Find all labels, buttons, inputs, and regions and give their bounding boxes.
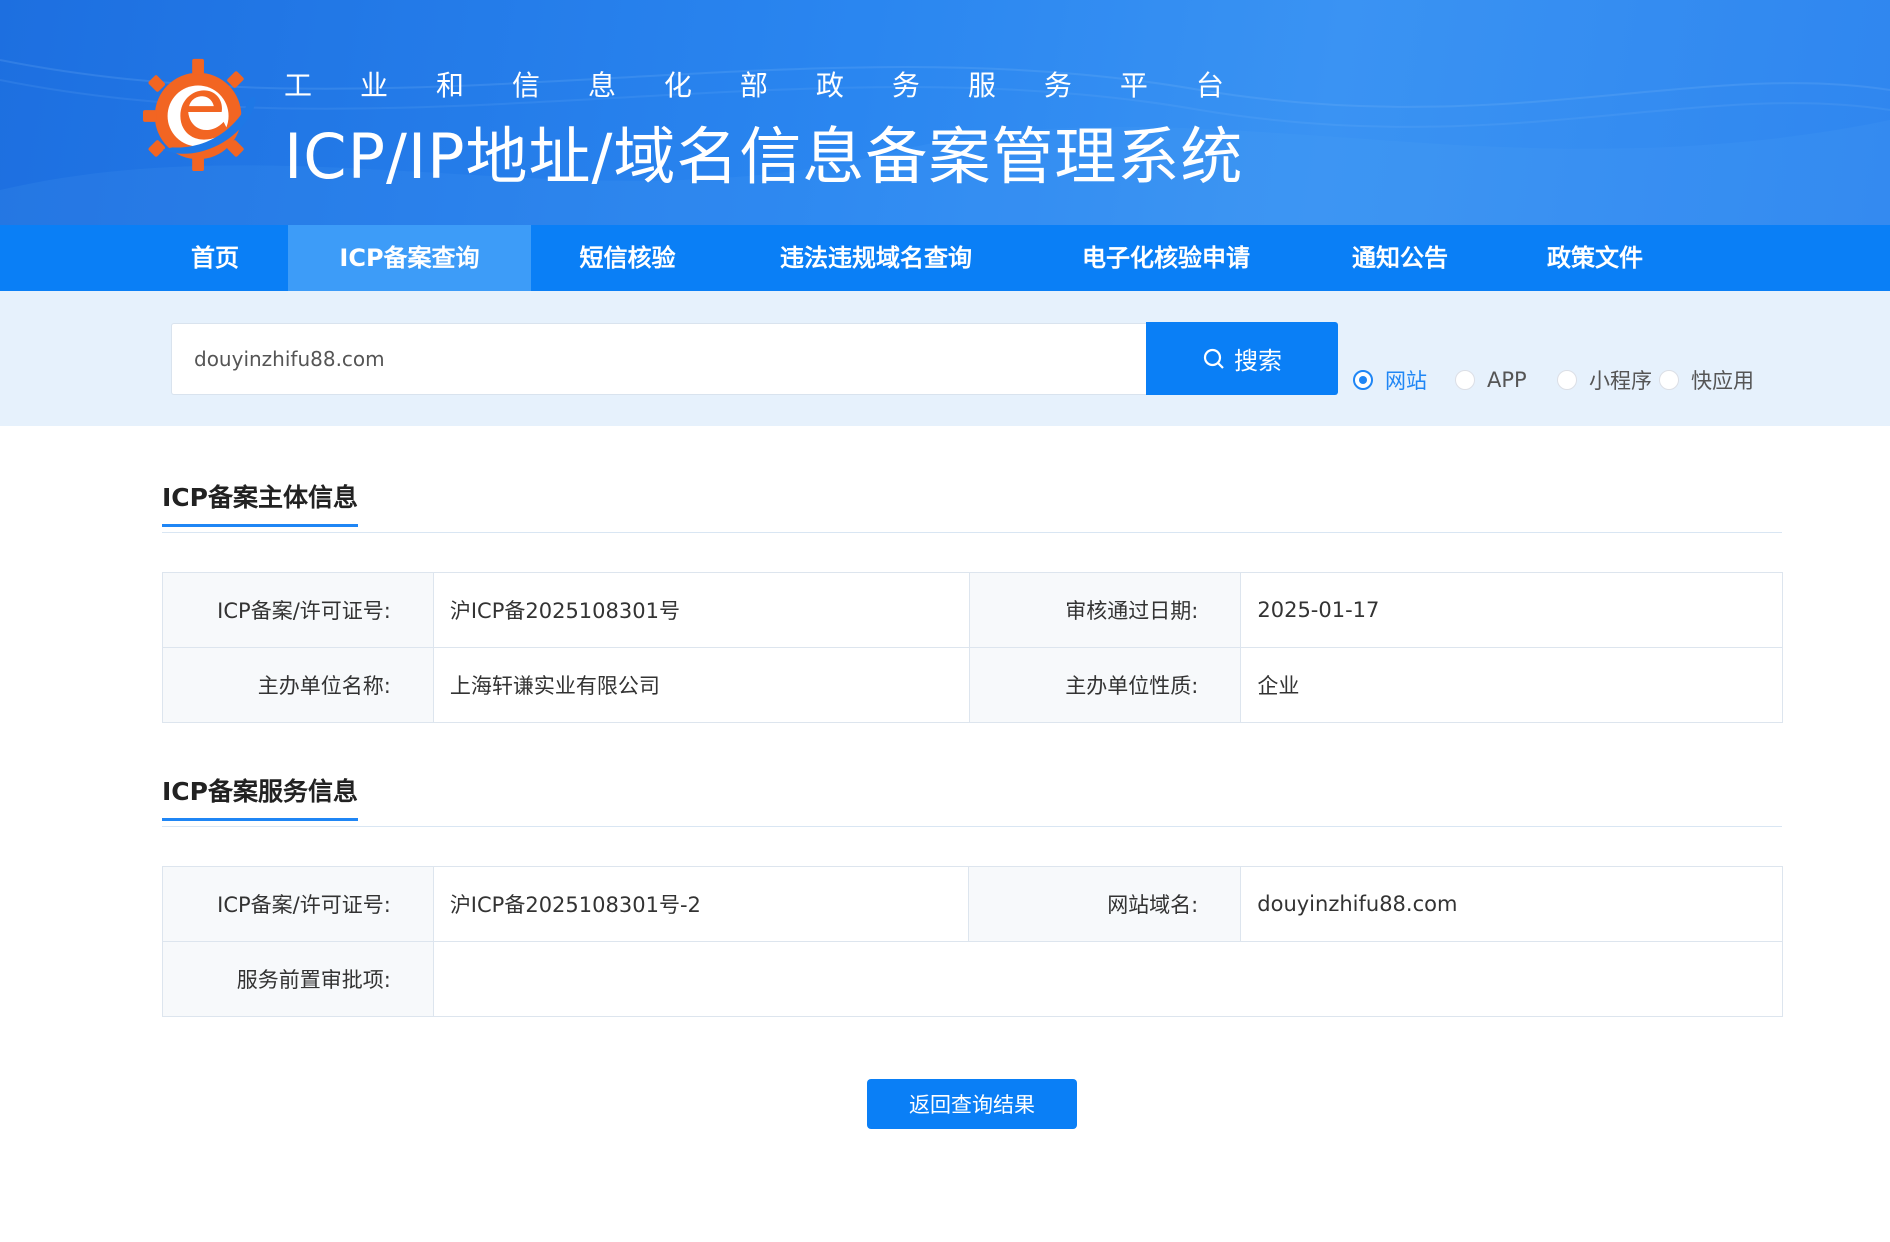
radio-dot xyxy=(1353,370,1373,390)
subtitle-char: 业 xyxy=(359,69,388,102)
radio-quick-app[interactable]: 快应用 xyxy=(1659,365,1754,395)
service-license-label: ICP备案/许可证号: xyxy=(162,866,434,942)
radio-app[interactable]: APP xyxy=(1455,365,1527,395)
section-title-service-info: ICP备案服务信息 xyxy=(162,772,358,821)
subtitle-char: 和 xyxy=(435,69,464,102)
radio-label: 网站 xyxy=(1385,369,1427,393)
subtitle-char: 工 xyxy=(284,69,313,102)
subtitle-char: 信 xyxy=(511,69,540,102)
nav-item-policy-docs[interactable]: 政策文件 xyxy=(1525,225,1665,291)
radio-label: 快应用 xyxy=(1691,369,1754,393)
table-row: ICP备案/许可证号: 沪ICP备2025108301号-2 网站域名: dou… xyxy=(162,866,1783,942)
radio-dot xyxy=(1455,370,1475,390)
subtitle-char: 政 xyxy=(815,69,844,102)
pre-approval-label: 服务前置审批项: xyxy=(162,941,434,1017)
system-title: ICP/IP地址/域名信息备案管理系统 xyxy=(284,120,1244,193)
organizer-type-value: 企业 xyxy=(1240,647,1783,723)
subtitle-char: 息 xyxy=(587,69,616,102)
radio-label: APP xyxy=(1487,368,1527,392)
website-domain-value: douyinzhifu88.com xyxy=(1240,866,1783,942)
subtitle-char: 服 xyxy=(967,69,996,102)
nav-item-sms-verify[interactable]: 短信核验 xyxy=(555,225,700,291)
organizer-name-label: 主办单位名称: xyxy=(162,647,434,723)
license-number-label: ICP备案/许可证号: xyxy=(162,572,434,648)
radio-dot xyxy=(1557,370,1577,390)
organizer-name-value: 上海轩谦实业有限公司 xyxy=(432,647,970,723)
nav-item-home[interactable]: 首页 xyxy=(165,225,265,291)
search-type-radio-group: 网站 APP 小程序 快应用 xyxy=(0,365,1890,395)
subtitle-char: 化 xyxy=(663,69,692,102)
subtitle-char: 务 xyxy=(1043,69,1072,102)
approval-date-label: 审核通过日期: xyxy=(968,572,1242,648)
service-license-value: 沪ICP备2025108301号-2 xyxy=(432,866,970,942)
radio-dot xyxy=(1659,370,1679,390)
nav-item-notices[interactable]: 通知公告 xyxy=(1330,225,1470,291)
approval-date-value: 2025-01-17 xyxy=(1240,572,1783,648)
subtitle-char: 台 xyxy=(1195,69,1224,102)
nav-item-icp-query[interactable]: ICP备案查询 xyxy=(288,225,531,291)
subtitle-char: 部 xyxy=(739,69,768,102)
nav-item-electronic-verify[interactable]: 电子化核验申请 xyxy=(1050,225,1282,291)
search-bar-area: 搜索 网站 APP 小程序 快应用 xyxy=(0,291,1890,426)
section-divider xyxy=(162,826,1782,827)
radio-label: 小程序 xyxy=(1589,369,1652,393)
back-to-results-button[interactable]: 返回查询结果 xyxy=(867,1079,1077,1129)
organizer-type-label: 主办单位性质: xyxy=(968,647,1242,723)
ministry-subtitle: 工 业 和 信 息 化 部 政 务 服 务 平 台 xyxy=(284,64,1224,104)
radio-mini-program[interactable]: 小程序 xyxy=(1557,365,1652,395)
section-title-subject-info: ICP备案主体信息 xyxy=(162,478,358,527)
license-number-value: 沪ICP备2025108301号 xyxy=(432,572,970,648)
main-nav: 首页 ICP备案查询 短信核验 违法违规域名查询 电子化核验申请 通知公告 政策… xyxy=(0,225,1890,291)
subtitle-char: 务 xyxy=(891,69,920,102)
header-banner: 工 业 和 信 息 化 部 政 务 服 务 平 台 ICP/IP地址/域名信息备… xyxy=(0,0,1890,225)
service-info-table: ICP备案/许可证号: 沪ICP备2025108301号-2 网站域名: dou… xyxy=(162,866,1784,1017)
website-domain-label: 网站域名: xyxy=(968,866,1242,942)
table-row: ICP备案/许可证号: 沪ICP备2025108301号 审核通过日期: 202… xyxy=(162,572,1783,648)
pre-approval-value xyxy=(432,941,1784,1017)
table-row: 服务前置审批项: xyxy=(162,941,1784,1017)
subtitle-char: 平 xyxy=(1119,69,1148,102)
radio-website[interactable]: 网站 xyxy=(1353,365,1427,395)
subject-info-table: ICP备案/许可证号: 沪ICP备2025108301号 审核通过日期: 202… xyxy=(162,572,1783,723)
table-row: 主办单位名称: 上海轩谦实业有限公司 主办单位性质: 企业 xyxy=(162,647,1783,723)
miit-logo-icon xyxy=(143,58,256,172)
section-divider xyxy=(162,532,1782,533)
nav-item-illegal-domain-query[interactable]: 违法违规域名查询 xyxy=(752,225,1000,291)
